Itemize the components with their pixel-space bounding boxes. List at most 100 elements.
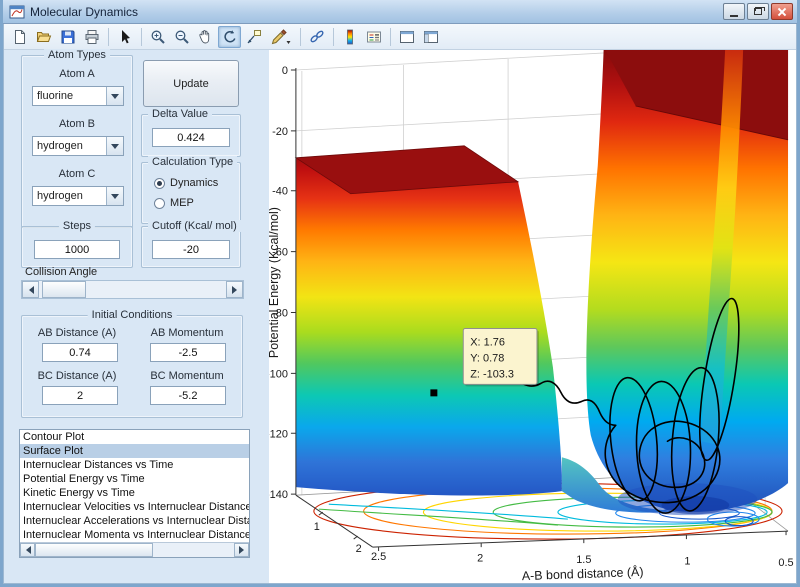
toolbar-separator xyxy=(333,28,334,46)
plot-list-item-selected[interactable]: Surface Plot xyxy=(20,444,249,458)
pointer-button[interactable] xyxy=(113,26,136,48)
slider-thumb[interactable] xyxy=(42,281,86,298)
scrollbar-track[interactable] xyxy=(35,543,234,557)
cutoff-title: Cutoff (Kcal/ mol) xyxy=(148,220,241,232)
plot-list-item[interactable]: Potential Energy vs Time xyxy=(20,472,249,486)
x-axis-label: A-B bond distance (Å) xyxy=(522,564,644,583)
ab-distance-label: AB Distance (A) xyxy=(22,327,132,339)
new-document-icon xyxy=(12,29,28,45)
atom-c-dropdown[interactable]: hydrogen xyxy=(32,186,124,206)
cutoff-field[interactable] xyxy=(152,240,230,259)
control-panel: Atom Types Atom A fluorine Atom B hydrog… xyxy=(4,50,269,583)
restore-button[interactable] xyxy=(747,3,769,20)
listbox-horizontal-scrollbar[interactable] xyxy=(20,542,249,557)
figure-toolbar xyxy=(4,24,796,50)
toolbar-separator xyxy=(300,28,301,46)
y-tick-label: 2 xyxy=(356,543,362,555)
zoom-out-button[interactable] xyxy=(170,26,193,48)
atom-c-label: Atom C xyxy=(22,168,132,180)
steps-group: Steps xyxy=(21,226,133,268)
scrollbar-thumb[interactable] xyxy=(35,543,153,557)
chevron-down-icon[interactable] xyxy=(106,87,123,105)
save-button[interactable] xyxy=(56,26,79,48)
pan-button[interactable] xyxy=(194,26,217,48)
x-tick-label: 2 xyxy=(477,553,483,565)
print-icon xyxy=(84,29,100,45)
collision-angle-slider[interactable] xyxy=(21,280,244,299)
close-icon xyxy=(777,7,787,17)
minimize-button[interactable] xyxy=(723,3,745,20)
plot-type-listbox[interactable]: Contour Plot Surface Plot Internuclear D… xyxy=(19,429,250,558)
steps-title: Steps xyxy=(59,220,95,232)
plot-list-item[interactable]: Kinetic Energy vs Time xyxy=(20,486,249,500)
ab-distance-field[interactable] xyxy=(42,343,118,362)
z-axis-label: Potential Energy (Kcal/mol) xyxy=(269,207,281,358)
radio-dynamics[interactable] xyxy=(154,178,165,189)
z-tick-label: -40 xyxy=(272,186,288,198)
plot-list-item[interactable]: Internuclear Accelerations vs Internucle… xyxy=(20,514,249,528)
update-button[interactable]: Update xyxy=(143,60,239,107)
calculation-type-group: Calculation Type Dynamics MEP xyxy=(141,162,241,224)
atom-types-title: Atom Types xyxy=(44,49,110,61)
steps-field[interactable] xyxy=(34,240,120,259)
data-cursor-button[interactable] xyxy=(242,26,265,48)
scrollbar-left-arrow[interactable] xyxy=(20,543,35,557)
insert-legend-button[interactable] xyxy=(362,26,385,48)
potential-surface[interactable] xyxy=(296,50,788,515)
scrollbar-right-arrow[interactable] xyxy=(234,543,249,557)
atom-types-group: Atom Types Atom A fluorine Atom B hydrog… xyxy=(21,55,133,228)
left-plateau-face xyxy=(296,146,562,496)
brush-data-button[interactable] xyxy=(266,26,295,48)
open-folder-button[interactable] xyxy=(32,26,55,48)
hide-plot-tools-button[interactable] xyxy=(395,26,418,48)
bc-distance-field[interactable] xyxy=(42,386,118,405)
show-plot-tools-button[interactable] xyxy=(419,26,442,48)
plot-list-item[interactable]: Contour Plot xyxy=(20,430,249,444)
radio-mep[interactable] xyxy=(154,198,165,209)
delta-value-title: Delta Value xyxy=(148,108,212,120)
cutoff-group: Cutoff (Kcal/ mol) xyxy=(141,226,241,268)
open-folder-icon xyxy=(36,29,52,45)
link-plot-button[interactable] xyxy=(305,26,328,48)
data-cursor-icon xyxy=(246,29,262,45)
chevron-down-icon[interactable] xyxy=(106,187,123,205)
slider-right-arrow[interactable] xyxy=(226,281,243,298)
data-tip-marker[interactable] xyxy=(430,389,437,396)
chevron-down-icon[interactable] xyxy=(106,137,123,155)
new-document-button[interactable] xyxy=(8,26,31,48)
x-tick-label: 1 xyxy=(684,556,690,568)
atom-a-dropdown[interactable]: fluorine xyxy=(32,86,124,106)
print-button[interactable] xyxy=(80,26,103,48)
zoom-in-button[interactable] xyxy=(146,26,169,48)
z-tick-label: -100 xyxy=(269,368,288,380)
toolbar-separator xyxy=(108,28,109,46)
ab-momentum-field[interactable] xyxy=(150,343,226,362)
z-tick-label: -140 xyxy=(269,489,288,501)
hide-plot-tools-icon xyxy=(399,29,415,45)
x-tick-label: 1.5 xyxy=(576,554,591,566)
show-plot-tools-icon xyxy=(423,29,439,45)
window-title: Molecular Dynamics xyxy=(30,5,138,19)
link-plot-icon xyxy=(309,29,325,45)
slider-left-arrow[interactable] xyxy=(22,281,39,298)
calculation-type-title: Calculation Type xyxy=(148,156,237,168)
insert-colorbar-button[interactable] xyxy=(338,26,361,48)
close-button[interactable] xyxy=(771,3,793,20)
atom-b-dropdown[interactable]: hydrogen xyxy=(32,136,124,156)
plot-list-item[interactable]: Internuclear Distances vs Time xyxy=(20,458,249,472)
delta-value-field[interactable] xyxy=(152,128,230,147)
z-tick-label: -20 xyxy=(272,126,288,138)
surface-plot-canvas[interactable]: 0 -20 -40 -60 -80 -100 -120 -140 Potenti… xyxy=(269,50,796,583)
dynamics-label: Dynamics xyxy=(170,177,218,189)
title-bar[interactable]: Molecular Dynamics xyxy=(3,0,797,24)
plot-list-item[interactable]: Internuclear Velocities vs Internuclear … xyxy=(20,500,249,514)
save-icon xyxy=(60,29,76,45)
plot-list-item[interactable]: Internuclear Momenta vs Internuclear Dis… xyxy=(20,528,249,542)
slider-track[interactable] xyxy=(39,281,226,298)
data-tip-z: Z: -103.3 xyxy=(470,368,514,380)
rotate-3d-button[interactable] xyxy=(218,26,241,48)
mep-label: MEP xyxy=(170,197,194,209)
bc-momentum-field[interactable] xyxy=(150,386,226,405)
colorbar-icon xyxy=(342,29,358,45)
y-axis xyxy=(296,495,373,547)
